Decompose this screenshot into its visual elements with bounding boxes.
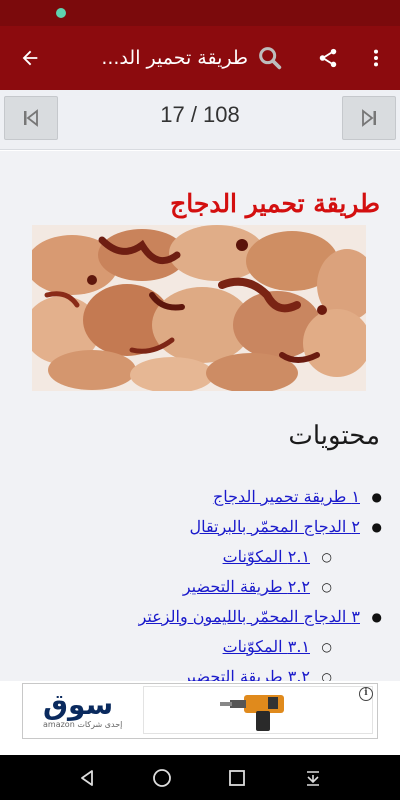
- bullet-icon: ●: [371, 490, 382, 504]
- back-nav-icon[interactable]: [62, 755, 112, 800]
- toc-link[interactable]: ٣.١ المكوّنات: [223, 637, 310, 656]
- app-bar: طريقة تحمير الد...: [0, 26, 400, 90]
- ad-banner-area: سوق amazon إحدى شركات i: [0, 681, 400, 755]
- article-title: طريقة تحمير الدجاج: [170, 189, 380, 218]
- info-icon[interactable]: i: [359, 687, 373, 701]
- bullet-icon: ●: [371, 520, 382, 534]
- skip-next-icon[interactable]: [342, 96, 396, 140]
- page-counter: 17 / 108: [160, 102, 240, 127]
- toc-item: ● ١ طريقة تحمير الدجاج: [213, 487, 382, 506]
- bullet-icon: ○: [321, 640, 332, 654]
- toc-item: ○ ٣.٢ طريقة التحضير: [183, 667, 332, 681]
- ad-banner[interactable]: سوق amazon إحدى شركات i: [22, 683, 378, 739]
- share-icon[interactable]: [306, 26, 350, 90]
- ad-tagline: amazon إحدى شركات: [43, 720, 123, 729]
- toc-item: ○ ٢.٢ طريقة التحضير: [183, 577, 332, 596]
- recents-nav-icon[interactable]: [212, 755, 262, 800]
- status-bar: [0, 0, 400, 26]
- notifications-pull-icon[interactable]: [288, 755, 338, 800]
- toc-item: ○ ٣.١ المكوّنات: [223, 637, 332, 656]
- bullet-icon: ○: [321, 550, 332, 564]
- search-icon[interactable]: [248, 26, 292, 90]
- bullet-icon: ○: [321, 580, 332, 594]
- home-nav-icon[interactable]: [137, 755, 187, 800]
- chicken-photo: [32, 225, 366, 391]
- ad-brand-logo: سوق: [43, 688, 114, 721]
- bullet-icon: ●: [371, 610, 382, 624]
- toc-link[interactable]: ٢ الدجاج المحمّر بالبرتقال: [189, 517, 360, 536]
- toc-heading: محتويات: [288, 421, 380, 451]
- arrow-left-icon[interactable]: [8, 26, 52, 90]
- system-nav-bar: [0, 755, 400, 800]
- toc-link[interactable]: ٣ الدجاج المحمّر بالليمون والزعتر: [139, 607, 360, 626]
- pager: 17 / 108: [0, 90, 400, 150]
- toc-link[interactable]: ٢.٢ طريقة التحضير: [183, 577, 310, 596]
- toc-item: ● ٢ الدجاج المحمّر بالبرتقال: [189, 517, 382, 536]
- toc-link[interactable]: ١ طريقة تحمير الدجاج: [213, 487, 360, 506]
- toc-item: ○ ٢.١ المكوّنات: [223, 547, 332, 566]
- notification-icon: [56, 8, 66, 18]
- article-content[interactable]: طريقة تحمير الدجاج محتويات ● ١ طريقة تحم…: [0, 151, 400, 681]
- drill-product-image: [143, 686, 373, 734]
- toc-link[interactable]: ٣.٢ طريقة التحضير: [183, 667, 310, 681]
- bullet-icon: ○: [321, 670, 332, 681]
- page-title: طريقة تحمير الد...: [101, 47, 248, 69]
- toc-link[interactable]: ٢.١ المكوّنات: [223, 547, 310, 566]
- toc-item: ● ٣ الدجاج المحمّر بالليمون والزعتر: [139, 607, 382, 626]
- skip-previous-icon[interactable]: [4, 96, 58, 140]
- more-vert-icon[interactable]: [354, 26, 398, 90]
